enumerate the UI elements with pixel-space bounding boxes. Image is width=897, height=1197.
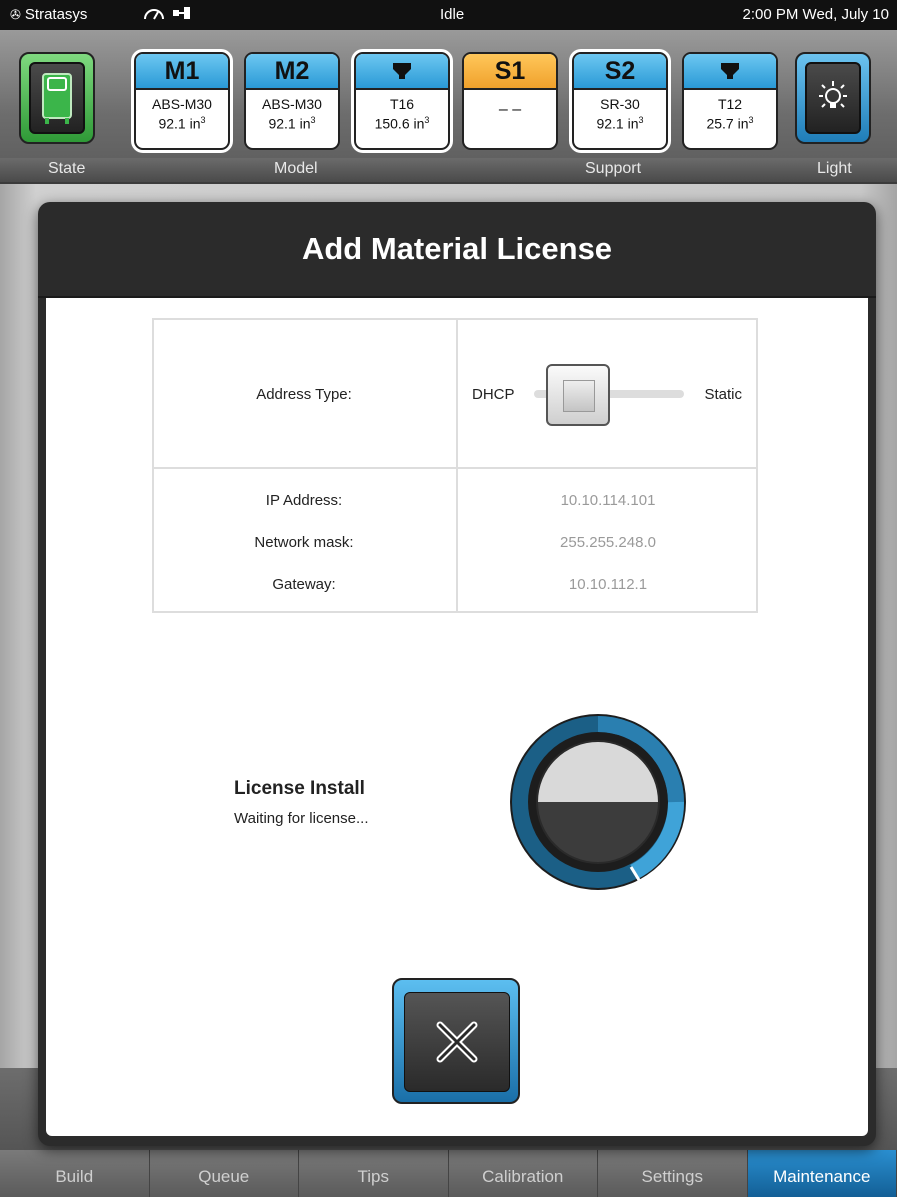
state-button[interactable] xyxy=(19,52,95,144)
state-button-face xyxy=(29,62,85,134)
bay-m1-material: ABS-M30 xyxy=(152,96,212,112)
light-bulb-icon xyxy=(805,62,861,134)
bay-s1[interactable]: S1 – – xyxy=(462,52,558,150)
network-mask-value: 255.255.248.0 xyxy=(560,534,656,551)
bay-support-tip-volume: 25.7 in3 xyxy=(706,115,754,132)
stratasys-logo-icon: ✇ xyxy=(10,6,21,22)
bay-m1[interactable]: M1 ABS-M30 92.1 in3 xyxy=(134,52,230,150)
support-tip-icon xyxy=(684,54,776,90)
brand: ✇ Stratasys xyxy=(10,6,87,23)
bay-s2-material: SR-30 xyxy=(600,96,640,112)
tab-calibration[interactable]: Calibration xyxy=(449,1150,598,1197)
ip-address-label: IP Address: xyxy=(265,492,343,509)
tab-maintenance[interactable]: Maintenance xyxy=(747,1150,897,1197)
address-type-label: Address Type: xyxy=(256,386,352,403)
tab-tips[interactable]: Tips xyxy=(299,1150,449,1197)
bay-m1-id: M1 xyxy=(136,54,228,90)
bay-m2-volume: 92.1 in3 xyxy=(268,115,316,132)
bay-s1-id: S1 xyxy=(464,54,556,90)
model-label: Model xyxy=(274,160,318,177)
bay-m2-material: ABS-M30 xyxy=(262,96,322,112)
tab-queue[interactable]: Queue xyxy=(150,1150,299,1197)
model-tip-icon xyxy=(356,54,448,90)
status-icons xyxy=(142,5,192,21)
network-settings-table: Address Type: DHCP Static IP Address: 10… xyxy=(152,318,758,613)
brand-name: Stratasys xyxy=(24,6,88,23)
bay-support-tip[interactable]: T12 25.7 in3 xyxy=(682,52,778,150)
material-header: M1 ABS-M30 92.1 in3 M2 ABS-M30 92.1 in3 … xyxy=(0,30,897,184)
dialog-title: Add Material License xyxy=(38,202,876,298)
tab-build[interactable]: Build xyxy=(0,1150,150,1197)
bay-model-tip-size: T16 xyxy=(389,96,415,112)
state-label: State xyxy=(48,160,86,177)
ip-address-value: 10.10.114.101 xyxy=(560,492,656,509)
datetime: 2:00 PM Wed, July 10 xyxy=(742,6,889,23)
header-label-band xyxy=(0,158,897,182)
bay-m2-id: M2 xyxy=(246,54,338,90)
tab-settings[interactable]: Settings xyxy=(598,1150,748,1197)
bay-m1-volume: 92.1 in3 xyxy=(158,115,206,132)
network-icon xyxy=(173,7,190,19)
toggle-knob-grip xyxy=(563,380,595,412)
support-label: Support xyxy=(585,160,642,177)
progress-spinner-icon xyxy=(510,714,686,890)
printer-icon xyxy=(42,73,72,124)
bottom-tab-bar: Build Queue Tips Calibration Settings Ma… xyxy=(0,1150,897,1197)
light-button[interactable] xyxy=(795,52,871,144)
bay-s2-volume: 92.1 in3 xyxy=(596,115,644,132)
bay-support-tip-size: T12 xyxy=(717,96,743,112)
add-material-license-dialog: Add Material License Address Type: DHCP … xyxy=(38,202,876,1146)
static-label: Static xyxy=(704,386,742,403)
bay-model-tip-volume: 150.6 in3 xyxy=(374,115,430,132)
cancel-button[interactable] xyxy=(392,978,520,1104)
bay-model-tip[interactable]: T16 150.6 in3 xyxy=(354,52,450,150)
close-icon xyxy=(404,992,510,1092)
license-install-status: Waiting for license... xyxy=(234,810,369,827)
license-install-title: License Install xyxy=(234,778,365,799)
toggle-knob[interactable] xyxy=(546,364,610,426)
gateway-value: 10.10.112.1 xyxy=(568,576,648,593)
bay-s2[interactable]: S2 SR-30 92.1 in3 xyxy=(572,52,668,150)
printer-state: Idle xyxy=(440,6,465,23)
status-bar: ✇ Stratasys Idle 2:00 PM Wed, July 10 xyxy=(0,0,897,30)
light-label: Light xyxy=(817,160,852,177)
table-divider-horizontal xyxy=(154,467,756,469)
gateway-label: Gateway: xyxy=(272,576,336,593)
bay-s2-id: S2 xyxy=(574,54,666,90)
bay-s1-material: – – xyxy=(498,101,522,118)
network-mask-label: Network mask: xyxy=(254,534,354,551)
dialog-body: Address Type: DHCP Static IP Address: 10… xyxy=(46,298,868,1136)
address-type-toggle[interactable]: DHCP Static xyxy=(458,360,758,430)
dhcp-label: DHCP xyxy=(472,386,515,403)
gauge-icon xyxy=(144,9,164,20)
bay-m2[interactable]: M2 ABS-M30 92.1 in3 xyxy=(244,52,340,150)
